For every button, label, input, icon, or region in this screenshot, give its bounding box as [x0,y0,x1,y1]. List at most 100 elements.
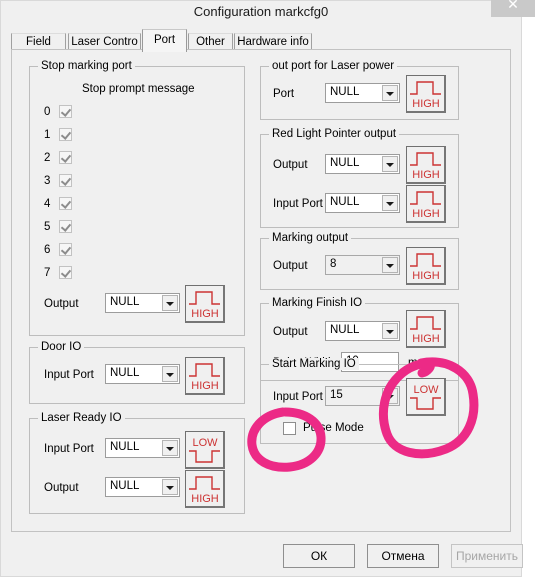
tab-port[interactable]: Port [142,29,187,52]
stop-port-index-6: 6 [44,244,51,256]
door-input-level-button[interactable]: HIGH [185,357,225,395]
svg-text:LOW: LOW [413,384,439,396]
chevron-down-icon[interactable] [382,257,398,273]
stop-port-index-2: 2 [44,152,51,164]
laser-power-port-value: NULL [330,86,360,98]
red-light-input-level-button[interactable]: HIGH [406,185,446,223]
pulse-mode-checkbox[interactable] [283,422,296,435]
door-input-label: Input Port [44,369,94,381]
chevron-down-icon[interactable] [162,366,178,382]
chevron-down-icon[interactable] [382,195,398,211]
red-light-output-combo[interactable]: NULL [325,154,400,174]
laser-power-port-level-button[interactable]: HIGH [406,75,446,113]
stop-port-checkbox-3[interactable] [59,174,72,187]
red-light-input-value: NULL [330,196,360,208]
svg-text:HIGH: HIGH [412,208,440,220]
title-bar: Configuration markcfg0 [1,1,521,27]
group-title-start-marking-io: Start Marking IO [269,358,359,370]
chevron-down-icon[interactable] [382,388,398,404]
group-title-door-io: Door IO [38,341,85,353]
group-red-light-pointer-output: Red Light Pointer output Output NULL HIG… [260,128,459,228]
laser-ready-input-combo[interactable]: NULL [105,438,180,458]
group-laser-ready-io: Laser Ready IO Input Port NULL LOW Outpu… [29,412,245,514]
red-light-output-value: NULL [330,157,360,169]
svg-text:HIGH: HIGH [412,169,440,181]
chevron-down-icon[interactable] [162,479,178,495]
stop-port-checkbox-5[interactable] [59,220,72,233]
stop-output-combo[interactable]: NULL [105,293,180,313]
laser-power-port-combo[interactable]: NULL [325,83,400,103]
laser-ready-output-level-button[interactable]: HIGH [185,470,225,508]
close-icon[interactable]: ✕ [491,0,535,17]
ok-button[interactable]: ОК [283,544,355,568]
stop-port-checkbox-6[interactable] [59,243,72,256]
chevron-down-icon[interactable] [382,85,398,101]
laser-ready-input-level-button[interactable]: LOW [185,431,225,469]
stop-port-checkbox-1[interactable] [59,128,72,141]
stop-port-checkbox-2[interactable] [59,151,72,164]
laser-ready-input-label: Input Port [44,443,94,455]
red-light-input-combo[interactable]: NULL [325,193,400,213]
svg-text:HIGH: HIGH [412,270,440,282]
group-door-io: Door IO Input Port NULL HIGH [29,341,245,404]
laser-power-port-label: Port [273,88,295,100]
marking-finish-output-value: NULL [330,324,360,336]
tab-strip: Field Laser Contro Port Other Hardware i… [11,29,511,52]
group-title-marking-output: Marking output [269,232,352,244]
stop-port-index-0: 0 [44,106,51,118]
laser-ready-output-label: Output [44,482,79,494]
chevron-down-icon[interactable] [162,440,178,456]
configuration-dialog: Configuration markcfg0 Field Laser Contr… [0,0,535,577]
group-marking-output: Marking output Output 8 HIGH [260,232,459,290]
group-title-red-light-pointer: Red Light Pointer output [269,128,400,140]
cancel-button[interactable]: Отмена [367,544,439,568]
group-stop-marking-port: Stop marking port Stop prompt message 0 … [29,60,245,336]
stop-port-index-4: 4 [44,198,51,210]
stop-port-checkbox-7[interactable] [59,266,72,279]
svg-text:LOW: LOW [192,437,218,449]
door-input-combo[interactable]: NULL [105,364,180,384]
group-title-out-port-laser-power: out port for Laser power [269,60,398,72]
svg-text:HIGH: HIGH [191,308,219,320]
stop-port-index-5: 5 [44,221,51,233]
marking-finish-output-combo[interactable]: NULL [325,321,400,341]
marking-finish-output-label: Output [273,326,308,338]
svg-text:HIGH: HIGH [412,333,440,345]
marking-output-value: 8 [330,258,337,270]
pulse-mode-label: Pulse Mode [303,422,364,434]
laser-ready-output-combo[interactable]: NULL [105,477,180,497]
stop-port-index-3: 3 [44,175,51,187]
group-start-marking-io: Start Marking IO Input Port 15 LOW Pulse… [260,358,459,444]
door-input-value: NULL [110,367,140,379]
marking-output-level-button[interactable]: HIGH [406,247,446,285]
laser-ready-output-value: NULL [110,480,140,492]
chevron-down-icon[interactable] [382,156,398,172]
marking-finish-output-level-button[interactable]: HIGH [406,310,446,348]
svg-text:HIGH: HIGH [191,493,219,505]
group-title-laser-ready-io: Laser Ready IO [38,412,125,424]
stop-output-level-button[interactable]: HIGH [185,285,225,323]
stop-port-index-1: 1 [44,129,51,141]
start-marking-input-combo[interactable]: 15 [325,386,400,406]
stop-port-checkbox-0[interactable] [59,105,72,118]
red-light-output-level-button[interactable]: HIGH [406,146,446,184]
red-light-input-label: Input Port [273,198,323,210]
marking-output-label: Output [273,260,308,272]
window-title: Configuration markcfg0 [193,4,329,19]
stop-port-index-7: 7 [44,267,51,279]
apply-button: Применить [451,544,523,568]
stop-prompt-message-header: Stop prompt message [82,83,195,95]
svg-text:HIGH: HIGH [191,380,219,392]
svg-text:HIGH: HIGH [412,98,440,110]
chevron-down-icon[interactable] [162,295,178,311]
start-marking-input-label: Input Port [273,391,323,403]
start-marking-input-level-button[interactable]: LOW [406,378,446,416]
laser-ready-input-value: NULL [110,441,140,453]
tab-page-port: Stop marking port Stop prompt message 0 … [11,49,511,532]
start-marking-input-value: 15 [330,389,343,401]
chevron-down-icon[interactable] [382,323,398,339]
stop-port-checkbox-4[interactable] [59,197,72,210]
group-title-stop-marking-port: Stop marking port [38,60,135,72]
marking-output-combo[interactable]: 8 [325,255,400,275]
group-title-marking-finish-io: Marking Finish IO [269,297,366,309]
